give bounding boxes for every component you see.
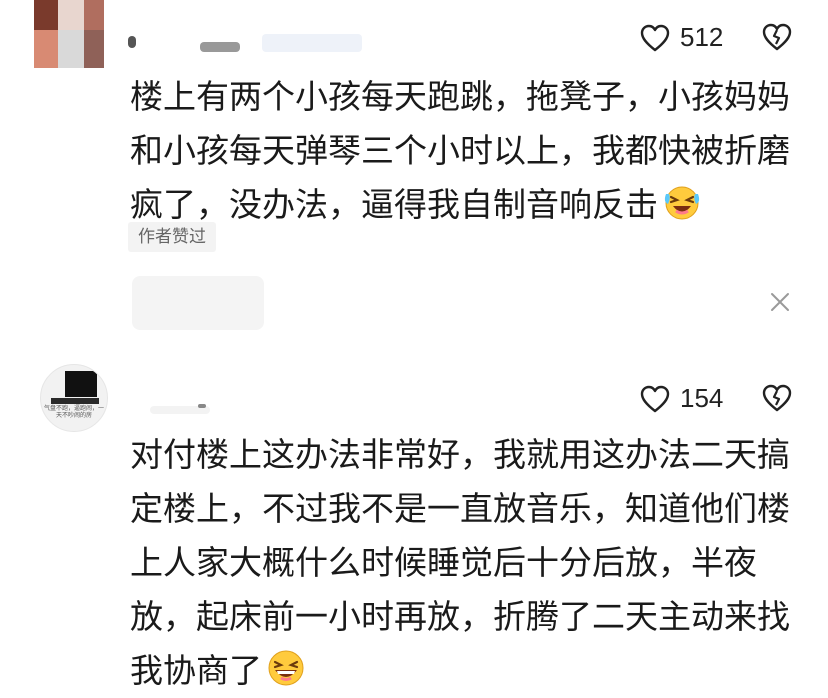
avatar-caption: 气盘不跑，逼跑闹，一天不吵闹的房: [43, 405, 104, 419]
heart-outline-icon: [640, 385, 670, 412]
comment-line: 定楼上，不过我不是一直放音乐，知道他们楼: [130, 489, 790, 528]
like-count: 154: [680, 383, 724, 413]
comment-line: 和小孩每天弹琴三个小时以上，我都快被折磨: [130, 131, 790, 170]
comment-item: 512 楼上有两个小孩每天跑跳，拖凳子，小孩妈妈 和小孩每天弹琴三个小时以上，我…: [0, 0, 828, 340]
like-button[interactable]: 512: [640, 22, 723, 53]
avatar[interactable]: [34, 0, 104, 68]
broken-heart-icon[interactable]: [762, 23, 792, 51]
comment-line-text: 我协商了: [130, 651, 262, 690]
monitor-icon: [65, 371, 97, 397]
broken-heart-icon[interactable]: [762, 384, 792, 412]
comment-line: 楼上有两个小孩每天跑跳，拖凳子，小孩妈妈: [130, 77, 790, 116]
comment-item: 气盘不跑，逼跑闹，一天不吵闹的房 154 对付楼上这办法非常好，我就用这办法二天…: [0, 350, 828, 690]
comment-text: 对付楼上这办法非常好，我就用这办法二天搞 定楼上，不过我不是一直放音乐，知道他们…: [130, 428, 790, 698]
close-icon[interactable]: [768, 290, 792, 314]
like-button[interactable]: 154: [640, 383, 723, 414]
comment-line: 疯了，没办法，逼得我自制音响反击: [130, 178, 790, 232]
like-count: 512: [680, 22, 724, 52]
reply-preview[interactable]: [132, 276, 264, 330]
laughing-crying-emoji: [664, 186, 700, 220]
comment-line: 对付楼上这办法非常好，我就用这办法二天搞: [130, 435, 790, 474]
monitor-stand: [51, 398, 99, 404]
comment-line: 放，起床前一小时再放，折腾了二天主动来找: [130, 597, 790, 636]
avatar[interactable]: 气盘不跑，逼跑闹，一天不吵闹的房: [40, 364, 108, 432]
comment-line: 我协商了: [130, 644, 790, 698]
comment-line: 上人家大概什么时候睡觉后十分后放，半夜: [130, 543, 757, 582]
grinning-squint-emoji: [268, 650, 304, 686]
author-liked-tag: 作者赞过: [128, 222, 216, 252]
comment-text: 楼上有两个小孩每天跑跳，拖凳子，小孩妈妈 和小孩每天弹琴三个小时以上，我都快被折…: [130, 70, 790, 232]
heart-outline-icon: [640, 24, 670, 51]
comment-line-text: 疯了，没办法，逼得我自制音响反击: [130, 185, 658, 224]
